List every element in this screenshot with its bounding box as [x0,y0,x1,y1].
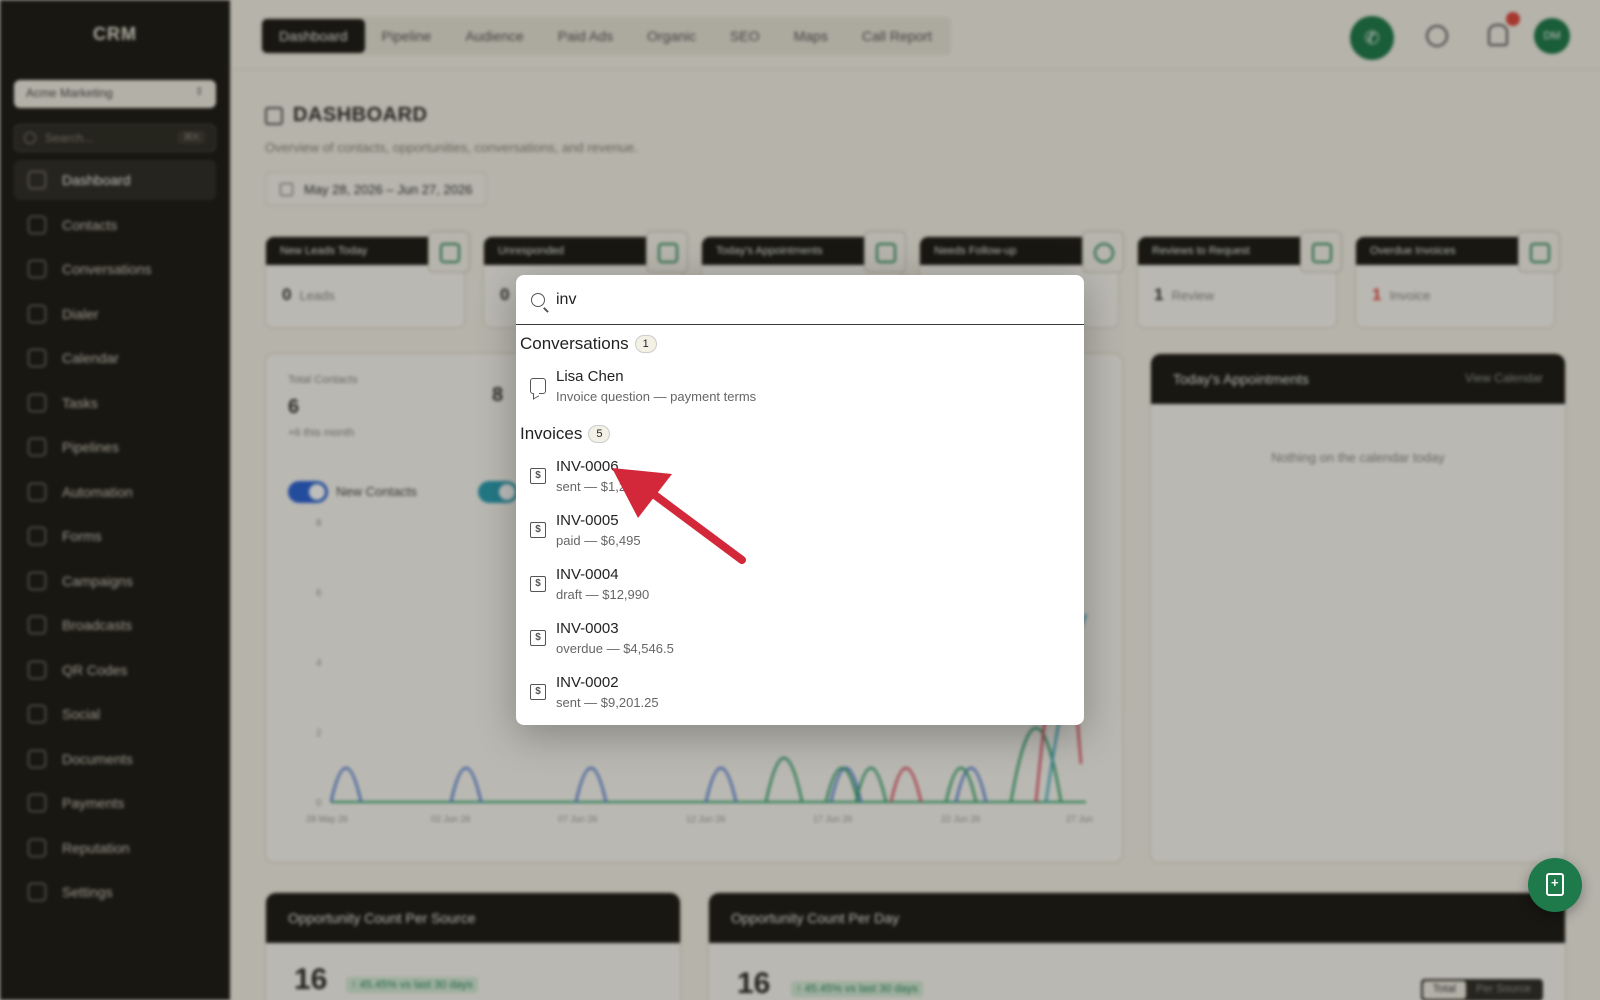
invoice-icon: $ [530,468,546,484]
result-subtitle: sent — $1,234.25 [556,479,659,494]
result-subtitle: draft — $12,990 [556,587,650,602]
result-item[interactable]: $ INV-0003 overdue — $4,546.5 [516,613,1084,667]
result-group-invoices: Invoices 5 $ INV-0006 sent — $1,234.25 $ … [516,415,1084,721]
group-title: Invoices [520,424,583,443]
invoice-icon: $ [530,630,546,646]
group-title: Conversations [520,334,629,353]
command-palette: Conversations 1 Lisa Chen Invoice questio… [516,275,1084,725]
result-title: INV-0005 [556,512,619,529]
result-subtitle: paid — $6,495 [556,533,641,548]
result-group-conversations: Conversations 1 Lisa Chen Invoice questio… [516,325,1084,415]
group-heading: Invoices 5 [516,415,1084,451]
group-heading: Conversations 1 [516,325,1084,361]
invoice-icon: $ [530,522,546,538]
result-title: INV-0002 [556,674,619,691]
group-count-badge: 1 [634,335,657,353]
result-item[interactable]: Lisa Chen Invoice question — payment ter… [516,361,1084,415]
chat-icon [530,378,546,394]
result-item[interactable]: $ INV-0005 paid — $6,495 [516,505,1084,559]
palette-search-bar [516,275,1084,325]
quick-add-button[interactable] [1528,858,1582,912]
clipboard-plus-icon [1546,873,1564,896]
result-title: INV-0004 [556,566,619,583]
invoice-icon: $ [530,576,546,592]
result-item[interactable]: $ INV-0002 sent — $9,201.25 [516,667,1084,721]
result-subtitle: Invoice question — payment terms [556,389,757,404]
result-item[interactable]: $ INV-0006 sent — $1,234.25 [516,451,1084,505]
result-item[interactable]: $ INV-0004 draft — $12,990 [516,559,1084,613]
invoice-icon: $ [530,684,546,700]
search-icon [531,293,545,307]
result-subtitle: overdue — $4,546.5 [556,641,674,656]
result-title: Lisa Chen [556,368,624,385]
result-title: INV-0003 [556,620,619,637]
group-count-badge: 5 [588,425,611,443]
result-title: INV-0006 [556,458,619,475]
palette-search-input[interactable] [556,288,1056,312]
result-subtitle: sent — $9,201.25 [556,695,659,710]
